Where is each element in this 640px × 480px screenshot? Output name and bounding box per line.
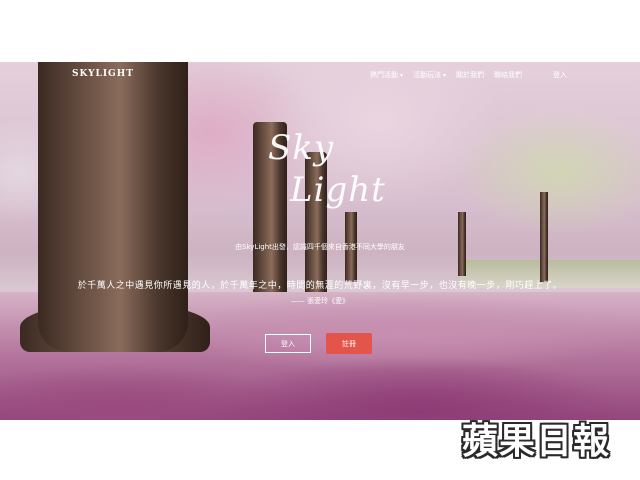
hero-tagline: 由SkyLight出發，認識四千個來自香港不同大學的朋友	[235, 243, 405, 251]
nav-item-about-us[interactable]: 關於我們	[456, 70, 484, 80]
nav-item-contact-us[interactable]: 聯絡我們	[494, 70, 522, 80]
newspaper-watermark: 蘋果日報	[462, 421, 611, 462]
nav-item-label: 聯絡我們	[494, 71, 523, 79]
nav-item-label: 活動玩法	[413, 71, 442, 79]
nav-login-link[interactable]: 登入	[553, 70, 567, 80]
tree-trunk	[540, 192, 548, 282]
nav-item-label: 熱門活動	[370, 71, 398, 79]
main-nav: 熱門活動 ▾ 活動玩法 ▾ 關於我們 聯絡我們	[370, 70, 522, 80]
login-button[interactable]: 登入	[265, 334, 311, 353]
register-button[interactable]: 註冊	[326, 333, 372, 354]
brand-logo-line2: Light	[290, 170, 386, 210]
nav-item-label: 關於我們	[456, 71, 485, 79]
site-logo[interactable]: SKYLIGHT	[72, 69, 134, 79]
quote-attribution: —— 張愛玲《愛》	[290, 297, 350, 305]
tree-trunk-main	[38, 62, 188, 352]
nav-item-hot-events[interactable]: 熱門活動 ▾	[370, 70, 403, 80]
hero-background	[0, 62, 640, 420]
brand-logo-line1: Sky	[268, 128, 335, 168]
nav-item-how-to-play[interactable]: 活動玩法 ▾	[413, 70, 446, 80]
hero-quote: 於千萬人之中遇見你所遇見的人，於千萬年之中，時間的無涯的荒野裏，沒有早一步，也沒…	[77, 281, 563, 291]
skylight-brand-logo: Sky Light	[262, 128, 385, 228]
chevron-down-icon: ▾	[443, 72, 447, 79]
chevron-down-icon: ▾	[400, 72, 404, 79]
